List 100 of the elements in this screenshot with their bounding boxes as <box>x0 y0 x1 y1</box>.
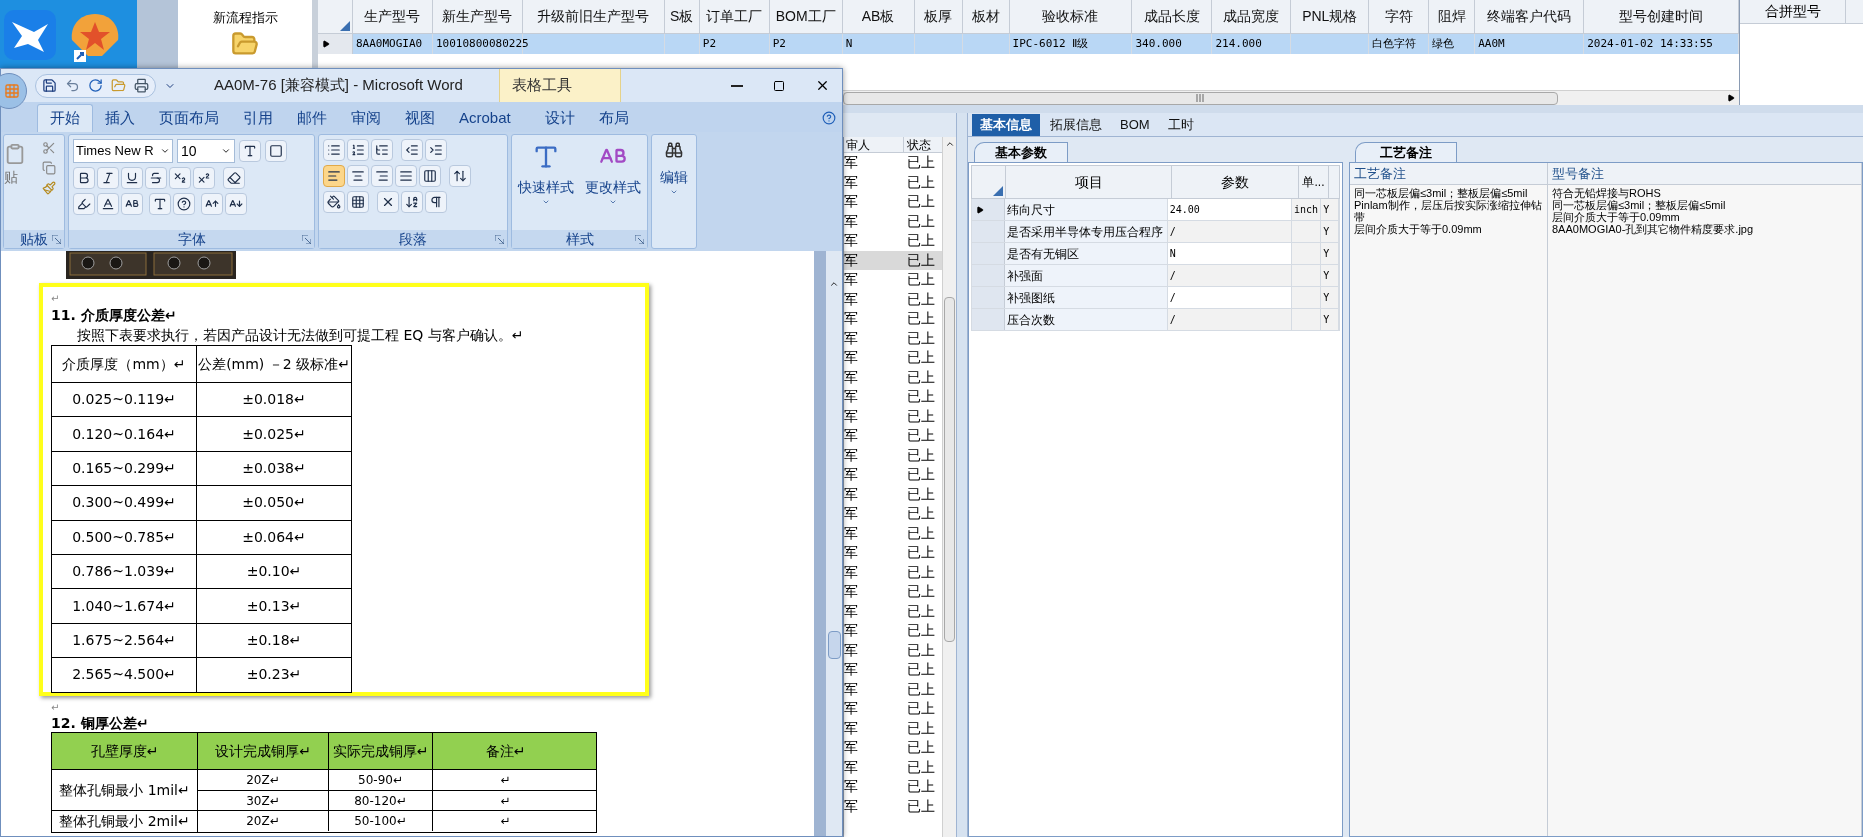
superscript-button[interactable] <box>193 167 215 189</box>
shrink-font-button[interactable] <box>225 193 247 215</box>
ribbon-tab[interactable]: 邮件 <box>285 104 339 132</box>
align-right-button[interactable] <box>371 165 393 187</box>
table-cell-text: ↵ <box>500 813 511 830</box>
column-header[interactable]: PNL规格 <box>1291 0 1370 33</box>
character-shading-button[interactable] <box>149 193 171 215</box>
table-cell-text: 军 <box>844 465 859 485</box>
font-size-field[interactable]: 10 <box>177 139 235 163</box>
column-header[interactable]: 板材 <box>962 0 1010 33</box>
ribbon-tab[interactable]: Acrobat <box>447 104 523 132</box>
minimize-icon[interactable] <box>731 84 743 87</box>
style-button[interactable]: 快速样式 <box>517 143 574 230</box>
column-header[interactable]: 阻焊 <box>1429 0 1476 33</box>
show-marks-button[interactable] <box>425 191 447 213</box>
tab[interactable]: BOM <box>1112 114 1158 136</box>
ribbon-tab[interactable]: 视图 <box>393 104 447 132</box>
dialog-launcher-icon[interactable] <box>302 234 311 244</box>
tab[interactable]: 拓展信息 <box>1042 114 1110 136</box>
subscript-button[interactable] <box>169 167 191 189</box>
numbered-list-button[interactable] <box>347 139 369 161</box>
dialog-launcher-icon[interactable] <box>635 234 644 244</box>
column-header[interactable]: 终端客户代码 <box>1475 0 1585 33</box>
tab[interactable]: 基本信息 <box>972 114 1040 136</box>
underline-button[interactable] <box>121 167 143 189</box>
bold-button[interactable] <box>73 167 95 189</box>
ribbon-tab[interactable]: 引用 <box>231 104 285 132</box>
column-header[interactable]: 生产型号 <box>353 0 433 33</box>
line-spacing-button[interactable] <box>449 165 471 187</box>
ribbon-tab[interactable]: 开始 <box>37 104 93 132</box>
dialog-launcher-icon[interactable] <box>495 234 504 244</box>
column-header[interactable]: 状态 <box>904 137 942 152</box>
panel-tab[interactable]: 基本参数 <box>974 142 1068 162</box>
font-color-button[interactable] <box>97 193 119 215</box>
column-header[interactable]: BOM工厂 <box>769 0 843 33</box>
align-left-button[interactable] <box>323 165 345 187</box>
enclose-character-button[interactable] <box>173 193 195 215</box>
horizontal-scrollbar[interactable] <box>843 90 1739 105</box>
ribbon-tab[interactable]: 插入 <box>93 104 147 132</box>
scroll-thumb[interactable] <box>827 631 841 659</box>
column-header[interactable]: 型号创建时间 <box>1584 0 1739 33</box>
bullet-list-button[interactable] <box>323 139 345 161</box>
edit-button[interactable]: 编辑 <box>652 135 696 248</box>
scroll-thumb[interactable] <box>843 91 1558 105</box>
column-header[interactable]: 项目 <box>1006 166 1172 198</box>
column-header[interactable]: 字符 <box>1369 0 1430 33</box>
column-header[interactable]: 板厚 <box>914 0 963 33</box>
paste-label[interactable]: 贴 <box>4 167 18 188</box>
column-header[interactable]: 审人 <box>844 137 904 152</box>
table-row[interactable]: 8AA0MOGIA0 10010800080225 P2 P2 N IPC-6012 Ⅱ级 340.000 214.000 白色字符 绿色 AA0M 2024-01-02 14:33:55 <box>318 34 1739 54</box>
style-button[interactable]: 更改样式 <box>585 143 642 230</box>
row-header[interactable] <box>318 34 353 54</box>
column-header[interactable]: 新生产型号 <box>432 0 523 33</box>
highlighter-button[interactable] <box>73 193 95 215</box>
column-header[interactable]: 型号备注 <box>1552 163 1604 184</box>
dialog-launcher-icon[interactable] <box>52 234 61 244</box>
column-header[interactable]: 参数 <box>1172 166 1299 198</box>
align-center-button[interactable] <box>347 165 369 187</box>
column-header[interactable]: 订单工厂 <box>699 0 770 33</box>
column-header[interactable]: 成品长度 <box>1132 0 1213 33</box>
column-header[interactable]: 升级前旧生产型号 <box>522 0 665 33</box>
scroll-thumb[interactable] <box>944 297 955 642</box>
sort-button[interactable] <box>401 191 423 213</box>
tab[interactable]: 工时 <box>1159 114 1202 136</box>
column-header[interactable]: 成品宽度 <box>1212 0 1292 33</box>
ribbon-tab[interactable]: 审阅 <box>339 104 393 132</box>
decrease-indent-button[interactable] <box>401 139 423 161</box>
increase-indent-button[interactable] <box>425 139 447 161</box>
panel-tab[interactable]: 工艺备注 <box>1355 142 1457 162</box>
column-header[interactable]: S板 <box>664 0 700 33</box>
table-cell-text: 军 <box>844 328 859 348</box>
clear-format-button[interactable] <box>223 167 245 189</box>
character-border-button[interactable] <box>265 140 287 162</box>
column-header[interactable]: AB板 <box>842 0 915 33</box>
column-header[interactable]: 合拼型号 <box>1740 0 1846 23</box>
shading-button[interactable] <box>323 191 345 213</box>
table-cell-text: 已上 <box>906 621 935 641</box>
strikethrough-button[interactable] <box>145 167 167 189</box>
column-header[interactable]: 验收标准 <box>1009 0 1133 33</box>
list-row[interactable]: 军 已上 <box>844 250 942 270</box>
bird-app-icon[interactable] <box>4 10 56 60</box>
column-header[interactable]: 单... <box>1299 166 1329 198</box>
distribute-button[interactable] <box>419 165 441 187</box>
multilevel-list-button[interactable] <box>371 139 393 161</box>
ribbon-tab[interactable]: 页面布局 <box>147 104 231 132</box>
phonetic-button[interactable] <box>239 140 261 162</box>
ribbon-tab[interactable]: 布局 <box>586 104 641 132</box>
change-case-button[interactable] <box>121 193 143 215</box>
ribbon-tab[interactable]: 设计 <box>532 104 587 132</box>
font-name-field[interactable]: Times New R <box>73 139 173 163</box>
vertical-scrollbar[interactable] <box>825 251 842 836</box>
row-header[interactable] <box>972 199 1006 220</box>
launcher-label[interactable]: 新流程指示 <box>212 8 278 28</box>
vertical-scrollbar[interactable] <box>942 137 956 837</box>
grow-font-button[interactable] <box>201 193 223 215</box>
borders-button[interactable] <box>347 191 369 213</box>
chinese-layout-button[interactable] <box>377 191 399 213</box>
column-header[interactable]: 工艺备注 <box>1354 163 1406 184</box>
italic-button[interactable] <box>97 167 119 189</box>
justify-button[interactable] <box>395 165 417 187</box>
